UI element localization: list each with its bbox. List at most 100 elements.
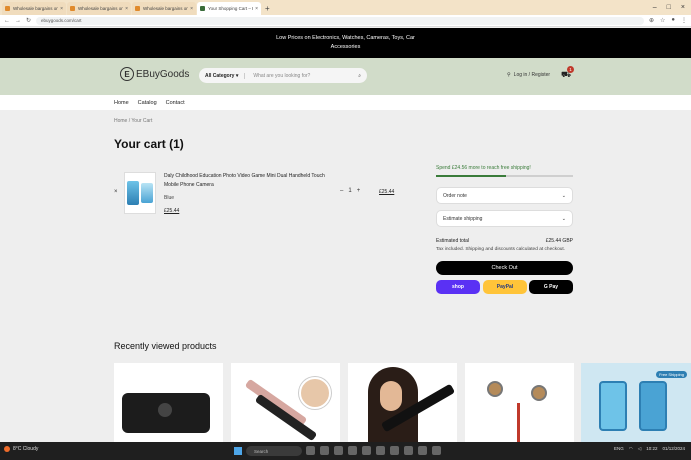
estimated-total: Estimated total £25.44 GBP: [436, 238, 573, 244]
volume-icon[interactable]: ◁: [638, 446, 641, 452]
announcement-bar: Low Prices on Electronics, Watches, Came…: [0, 28, 691, 58]
close-tab-icon[interactable]: ×: [190, 6, 193, 12]
back-icon[interactable]: ←: [4, 18, 10, 24]
category-select[interactable]: All Category ▾: [205, 72, 246, 79]
recently-viewed-title: Recently viewed products: [114, 341, 217, 351]
taskbar-search-input[interactable]: Search: [246, 446, 302, 456]
kids-phone-image: [639, 381, 667, 431]
weather-temp: 8°C: [13, 446, 22, 452]
product-card[interactable]: [348, 363, 457, 443]
browser-tab[interactable]: Wholesale bargains online...×: [67, 2, 131, 15]
app-icon[interactable]: [432, 446, 441, 455]
announcement-text[interactable]: Low Prices on Electronics, Watches, Came…: [266, 34, 426, 52]
product-name[interactable]: Daly Childhood Education Photo Video Gam…: [164, 172, 334, 190]
weather-widget[interactable]: 8°C Cloudy: [4, 446, 38, 452]
minimize-icon[interactable]: –: [653, 4, 657, 11]
login-label: Log in / Register: [513, 72, 551, 78]
tab-label: Wholesale bargains online...: [143, 6, 189, 11]
order-note-dropdown[interactable]: Order note ⌄: [436, 187, 573, 204]
product-image[interactable]: [124, 172, 156, 214]
checkout-button[interactable]: Check Out: [436, 261, 573, 275]
quantity-stepper: – 1 +: [340, 188, 360, 194]
weather-icon: [4, 446, 10, 452]
kids-phone-image: [599, 381, 627, 431]
windows-start-icon[interactable]: [234, 447, 242, 455]
estimate-shipping-dropdown[interactable]: Estimate shipping ⌄: [436, 210, 573, 227]
tab-label: Your Shopping Cart – EBuyGoods: [208, 6, 253, 11]
nav-contact[interactable]: Contact: [166, 100, 185, 106]
hair-straightener-image: [244, 378, 308, 427]
breadcrumb[interactable]: Home / Your Cart: [114, 118, 152, 124]
user-icon: ⚲: [507, 72, 511, 78]
nav-catalog[interactable]: Catalog: [138, 100, 157, 106]
paypal-button[interactable]: PayPal: [483, 280, 527, 294]
model-face-image: [380, 381, 402, 411]
shop-pay-button[interactable]: shop: [436, 280, 480, 294]
app-icon[interactable]: [334, 446, 343, 455]
browser-tab-active[interactable]: Your Shopping Cart – EBuyGoods×: [197, 2, 261, 15]
app-icon[interactable]: [404, 446, 413, 455]
browser-tab-strip: Wholesale bargains online...× Wholesale …: [0, 0, 691, 15]
quantity-value[interactable]: 1: [348, 188, 351, 194]
app-icon[interactable]: [348, 446, 357, 455]
weather-desc: Cloudy: [22, 446, 39, 452]
close-tab-icon[interactable]: ×: [255, 6, 258, 12]
app-icon[interactable]: [362, 446, 371, 455]
wifi-icon[interactable]: ◠: [629, 446, 633, 452]
product-variant: Blue: [164, 195, 175, 201]
search-input[interactable]: What are you looking for?: [253, 73, 358, 79]
close-window-icon[interactable]: ×: [681, 4, 685, 11]
browser-tab[interactable]: Wholesale bargains online...×: [2, 2, 66, 15]
forward-icon[interactable]: →: [15, 18, 21, 24]
app-icon[interactable]: [320, 446, 329, 455]
google-pay-button[interactable]: G Pay: [529, 280, 573, 294]
progress-fill: [436, 175, 506, 177]
clock-time[interactable]: 10:22: [646, 446, 657, 452]
maximize-icon[interactable]: □: [667, 4, 671, 11]
bookmark-icon[interactable]: ☆: [660, 17, 665, 24]
menu-icon[interactable]: ⋮: [681, 17, 687, 24]
cart-count-badge: 1: [567, 66, 574, 73]
remove-item-button[interactable]: ×: [114, 189, 118, 195]
tab-favicon-icon: [200, 6, 205, 11]
site-logo[interactable]: E EBuyGoods: [120, 67, 189, 81]
close-tab-icon[interactable]: ×: [125, 6, 128, 12]
app-icon[interactable]: [390, 446, 399, 455]
product-card[interactable]: [231, 363, 340, 443]
nav-home[interactable]: Home: [114, 100, 129, 106]
cart-button[interactable]: ⛟ 1: [561, 66, 574, 80]
browser-tab[interactable]: Wholesale bargains online...×: [132, 2, 196, 15]
logo-mark-icon: E: [120, 67, 134, 81]
window-controls: – □ ×: [653, 0, 691, 15]
estimate-shipping-label: Estimate shipping: [443, 215, 483, 222]
clock-date[interactable]: 01/12/2024: [662, 446, 685, 452]
login-link[interactable]: ⚲ Log in / Register: [507, 72, 550, 78]
decrease-quantity-button[interactable]: –: [340, 188, 343, 194]
free-shipping-message: Spend £24.56 more to reach free shipping…: [436, 165, 531, 171]
increase-quantity-button[interactable]: +: [357, 188, 361, 194]
chevron-down-icon: ⌄: [561, 192, 566, 199]
zoom-icon[interactable]: ⊕: [649, 17, 654, 24]
product-card[interactable]: Free Shipping: [581, 363, 691, 443]
language-indicator[interactable]: ENG: [614, 446, 624, 452]
order-note-label: Order note: [443, 192, 467, 199]
search-bar: All Category ▾ What are you looking for?…: [199, 68, 367, 83]
profile-icon[interactable]: ●: [671, 17, 675, 24]
new-tab-button[interactable]: +: [265, 4, 270, 13]
phone-image-part: [127, 181, 139, 205]
reload-icon[interactable]: ↻: [26, 17, 31, 24]
close-tab-icon[interactable]: ×: [60, 6, 63, 12]
app-icon[interactable]: [418, 446, 427, 455]
earphone-wire-image: [517, 403, 520, 443]
tab-favicon-icon: [135, 6, 140, 11]
search-icon[interactable]: ⌕: [358, 73, 361, 79]
product-card[interactable]: [465, 363, 574, 443]
product-card[interactable]: [114, 363, 223, 443]
system-tray: ENG ◠ ◁ 10:22 01/12/2024: [614, 446, 685, 452]
tab-favicon-icon: [5, 6, 10, 11]
url-field[interactable]: ebuygoods.com/cart: [36, 16, 644, 25]
app-icon[interactable]: [306, 446, 315, 455]
earphone-image: [487, 381, 503, 397]
app-icon[interactable]: [376, 446, 385, 455]
free-shipping-tag: Free Shipping: [656, 371, 687, 378]
